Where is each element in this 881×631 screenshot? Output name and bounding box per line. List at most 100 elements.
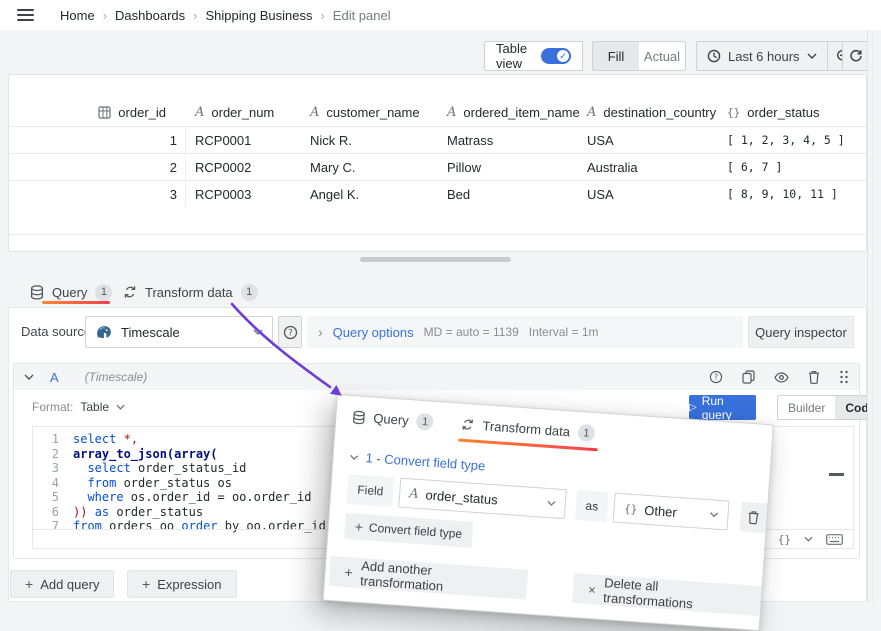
table-cell: Mary C. <box>301 153 438 180</box>
breadcrumb-home[interactable]: Home <box>60 8 95 23</box>
chevron-right-icon: › <box>95 8 115 23</box>
editor-scroll-indicator[interactable] <box>829 473 844 476</box>
delete-conversion-button[interactable] <box>739 501 767 533</box>
delete-all-transformations-button[interactable]: × Delete all transformations <box>572 573 761 616</box>
table-view-toggle[interactable]: ✓ <box>541 48 571 64</box>
plus-icon: + <box>142 576 150 592</box>
play-icon: ▷ <box>689 402 697 413</box>
chevron-down-icon <box>253 329 263 335</box>
chevron-down-icon[interactable] <box>24 374 34 380</box>
breadcrumb-dashboards[interactable]: Dashboards <box>115 8 185 23</box>
help-icon[interactable]: ? <box>709 370 723 384</box>
table-cell: [ 8, 9, 10, 11 ] <box>718 180 866 207</box>
popup-footer-buttons: + Add another transformation × Delete al… <box>325 538 763 616</box>
chevron-down-icon <box>709 511 718 518</box>
format-label: Format: <box>32 400 73 414</box>
time-range-label: Last 6 hours <box>728 49 800 64</box>
tab-query[interactable]: Query 1 <box>30 282 112 302</box>
time-range-picker[interactable]: Last 6 hours <box>697 42 827 70</box>
table-panel: order_id A order_num A customer_name A o… <box>8 74 867 252</box>
chevron-down-icon <box>807 53 817 59</box>
menu-icon[interactable] <box>17 9 34 21</box>
data-source-help-button[interactable]: ? <box>278 316 302 348</box>
fill-button[interactable]: Fill <box>593 42 639 70</box>
expression-button[interactable]: + Expression <box>127 570 237 598</box>
format-value[interactable]: Table <box>80 400 109 414</box>
data-table: order_id A order_num A customer_name A o… <box>9 99 866 207</box>
text-field-icon: A <box>310 105 319 120</box>
table-cell: Bed <box>438 180 578 207</box>
transform-icon <box>123 285 137 299</box>
tab-transform-label: Transform data <box>145 285 233 300</box>
table-cell: USA <box>578 126 718 153</box>
popup-tab-transform-label: Transform data <box>482 418 571 439</box>
add-another-transformation-button[interactable]: + Add another transformation <box>329 556 529 600</box>
query-options-link[interactable]: Query options <box>333 325 414 340</box>
run-query-button[interactable]: ▷ Run query <box>689 395 756 420</box>
database-icon <box>30 285 44 300</box>
plus-icon: + <box>354 519 363 536</box>
popup-tab-transform[interactable]: Transform data 1 <box>461 416 596 442</box>
table-view-label: Table view <box>496 41 532 71</box>
column-header-destination-country[interactable]: A destination_country <box>578 99 718 126</box>
table-cell: Matrass <box>438 126 578 153</box>
svg-text:?: ? <box>288 328 293 338</box>
data-source-select[interactable]: Timescale <box>85 316 273 348</box>
popup-tab-query[interactable]: Query 1 <box>352 408 434 431</box>
text-field-icon: A <box>447 105 456 120</box>
table-cell: [ 6, 7 ] <box>718 153 866 180</box>
column-header-order-status[interactable]: {} order_status <box>718 99 866 126</box>
json-field-icon: {} <box>727 106 740 119</box>
column-header-order-num[interactable]: A order_num <box>186 99 301 126</box>
tab-query-label: Query <box>52 285 87 300</box>
duplicate-icon[interactable] <box>742 370 755 384</box>
column-header-customer-name[interactable]: A customer_name <box>301 99 438 126</box>
braces-icon[interactable]: {} <box>778 533 791 546</box>
close-icon: × <box>588 582 597 597</box>
column-header-order-id[interactable]: order_id <box>9 99 186 126</box>
field-select[interactable]: A order_status <box>398 478 566 520</box>
text-field-icon: A <box>587 105 596 120</box>
toggle-check-icon: ✓ <box>557 50 569 62</box>
chevron-down-icon <box>116 404 125 410</box>
type-select[interactable]: {} Other <box>613 493 729 531</box>
transform-data-popup: Query 1 Transform data 1 1 - Convert fie… <box>323 394 774 631</box>
breadcrumb-dashboard-name[interactable]: Shipping Business <box>205 8 312 23</box>
chevron-down-icon[interactable] <box>804 536 813 542</box>
query-options-bar: › Query options MD = auto = 1139 Interva… <box>307 316 743 348</box>
breadcrumb-current: Edit panel <box>333 8 391 23</box>
table-cell: Pillow <box>438 153 578 180</box>
tab-transform-data[interactable]: Transform data 1 <box>123 282 258 302</box>
query-card-header[interactable]: A (Timescale) ? <box>14 364 859 390</box>
json-field-icon: {} <box>624 502 638 516</box>
plus-icon: + <box>25 576 33 592</box>
text-field-icon: A <box>195 105 204 120</box>
query-inspector-button[interactable]: Query inspector <box>748 316 854 348</box>
field-label: Field <box>346 474 394 507</box>
tab-transform-badge: 1 <box>241 284 258 301</box>
keyboard-icon[interactable] <box>826 534 843 545</box>
actual-button[interactable]: Actual <box>639 42 685 70</box>
panel-resize-handle[interactable] <box>360 257 511 262</box>
column-header-ordered-item-name[interactable]: A ordered_item_name <box>438 99 578 126</box>
table-cell: RCP0003 <box>186 180 301 207</box>
refresh-button[interactable] <box>842 41 869 71</box>
active-tab-underline <box>42 301 110 304</box>
chevron-down-icon <box>546 500 555 507</box>
table-cell: 1 <box>9 126 186 153</box>
add-query-button[interactable]: + Add query <box>10 570 114 598</box>
eye-icon[interactable] <box>774 372 789 383</box>
field-select-value: order_status <box>425 487 498 507</box>
time-range-control: Last 6 hours <box>696 41 861 71</box>
plus-icon: + <box>344 564 353 581</box>
svg-text:?: ? <box>714 373 718 382</box>
builder-button[interactable]: Builder <box>778 396 835 419</box>
trash-icon[interactable] <box>808 370 820 384</box>
table-cell: RCP0002 <box>186 153 301 180</box>
popup-tab-query-badge: 1 <box>416 413 434 431</box>
drag-handle-icon[interactable] <box>839 370 849 384</box>
chevron-right-icon: › <box>312 8 332 23</box>
right-gutter <box>867 30 881 602</box>
chevron-right-icon: › <box>318 324 323 340</box>
table-view-control: Table view ✓ <box>484 41 583 71</box>
